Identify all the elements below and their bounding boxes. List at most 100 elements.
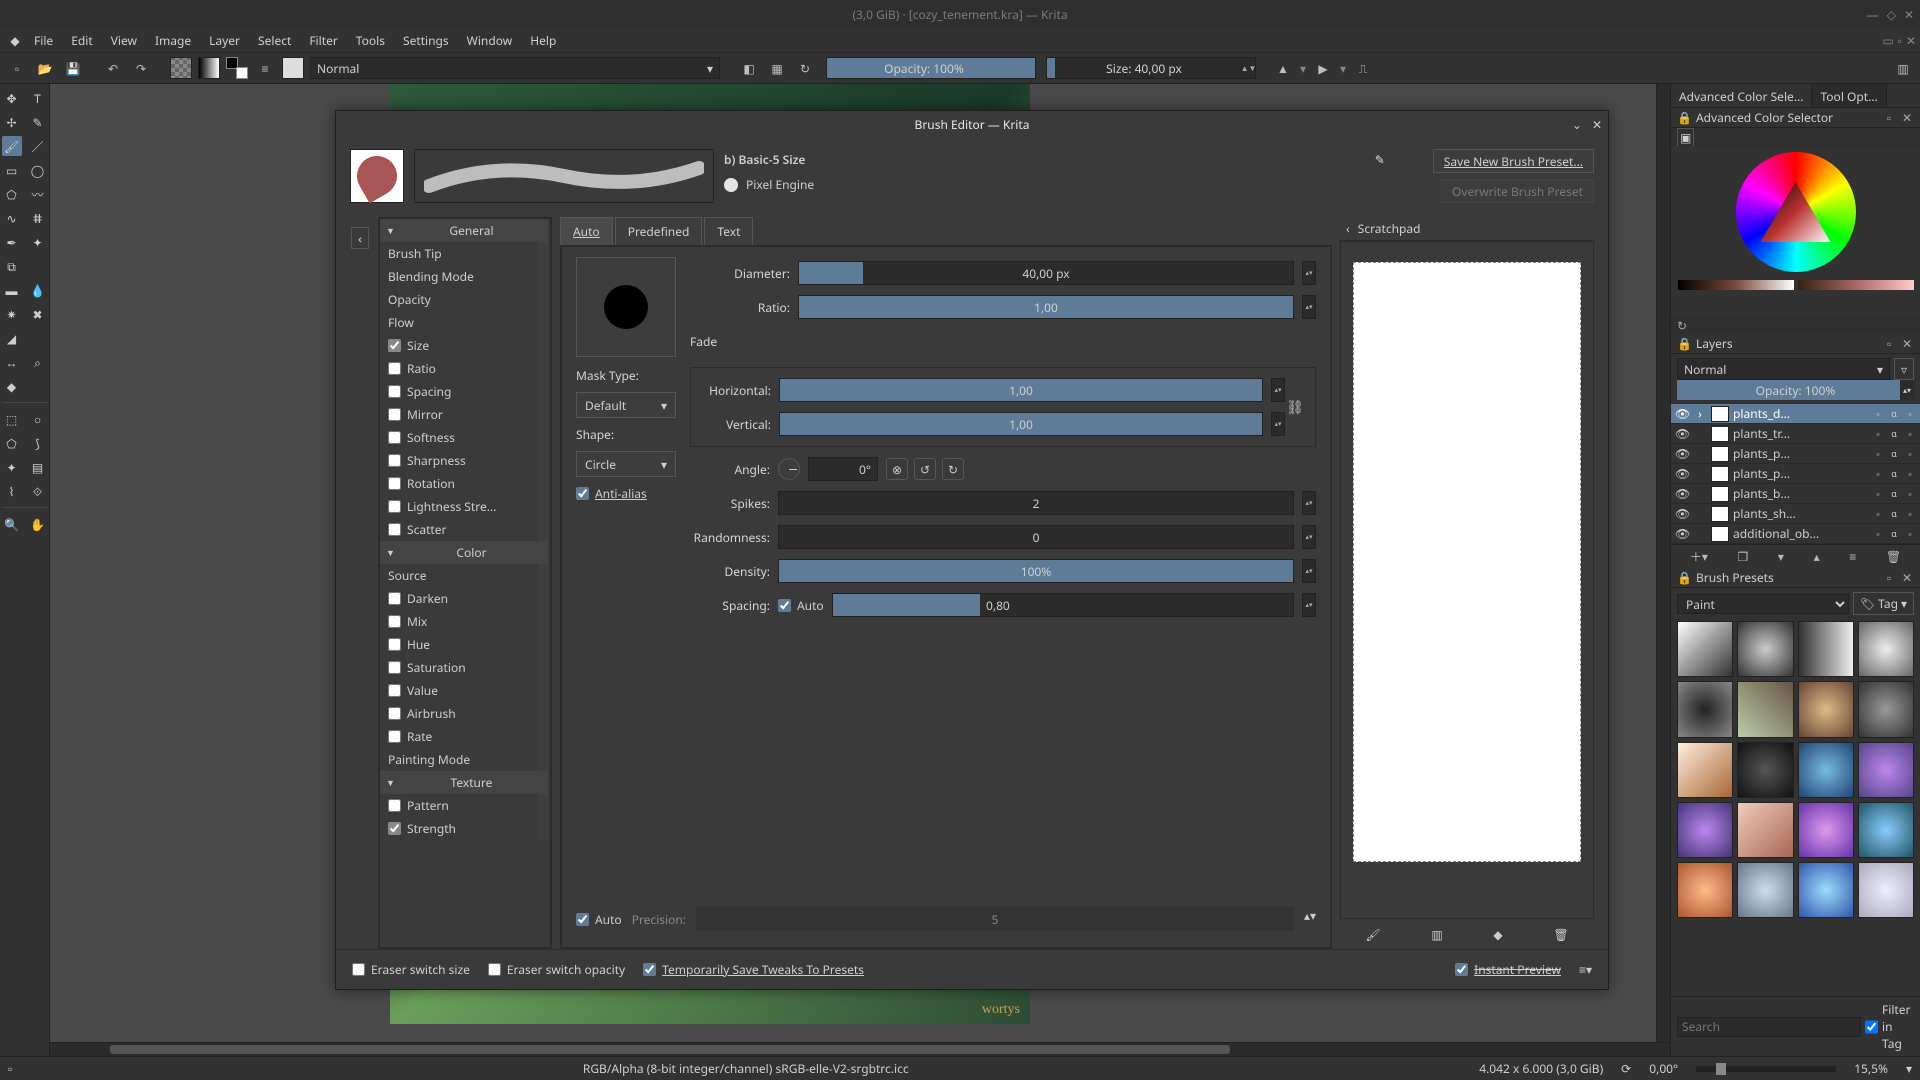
preset-cell[interactable] [1858, 862, 1914, 918]
precision-spinner[interactable]: ▴▾ [1304, 907, 1316, 931]
diameter-slider[interactable]: 40,00 px [798, 261, 1294, 285]
temp-save-check[interactable] [643, 963, 656, 976]
undo-icon[interactable]: ↶ [102, 57, 124, 79]
layer-extra-icon[interactable]: ▫ [1904, 487, 1916, 500]
save-new-preset-button[interactable]: Save New Brush Preset... [1433, 149, 1594, 173]
option-check[interactable] [388, 730, 401, 743]
preset-thumbnail[interactable] [350, 149, 404, 203]
layer-lock-icon[interactable]: ▫ [1872, 427, 1884, 440]
bezier-tool-icon[interactable]: ∿ [2, 208, 22, 228]
window-maximize-icon[interactable]: ◇ [1887, 6, 1896, 23]
fill-tool-icon[interactable]: ▬ [2, 280, 22, 300]
layer-alpha-icon[interactable]: α [1888, 507, 1900, 520]
add-layer-icon[interactable]: ＋▾ [1690, 548, 1708, 565]
shade-bar-b[interactable] [1798, 280, 1914, 290]
mdi-close-icon[interactable]: ✕ [1906, 32, 1916, 49]
mdi-restore-icon[interactable]: ▫ [1898, 32, 1902, 49]
preset-cell[interactable] [1858, 742, 1914, 798]
tab-tool-options[interactable]: Tool Opt... [1812, 84, 1886, 107]
size-spinner[interactable]: ▲▼ [1241, 63, 1255, 74]
layer-lock-icon[interactable]: ▫ [1872, 467, 1884, 480]
float-icon[interactable]: ▫ [1882, 109, 1896, 126]
option-check[interactable] [388, 592, 401, 605]
close-panel-icon[interactable]: ✕ [1900, 109, 1914, 126]
preset-cell[interactable] [1677, 802, 1733, 858]
save-file-icon[interactable]: 💾 [62, 57, 84, 79]
preset-cell[interactable] [1677, 621, 1733, 677]
menu-filter[interactable]: Filter [301, 29, 345, 52]
dialog-titlebar[interactable]: Brush Editor — Krita ⌄✕ [336, 111, 1608, 137]
option-check[interactable] [388, 431, 401, 444]
gradient-swatch[interactable] [198, 57, 220, 79]
option-item[interactable]: Mix [380, 610, 548, 633]
fgbg-swatch-icon[interactable] [226, 57, 248, 79]
lock-icon[interactable]: 🔒 [1677, 569, 1692, 586]
layer-alpha-icon[interactable]: α [1888, 487, 1900, 500]
fade-h-slider[interactable]: 1,00 [779, 378, 1263, 402]
section-header[interactable]: ▼General [380, 219, 548, 242]
eraser-opacity-check[interactable] [488, 963, 501, 976]
smart-patch-tool-icon[interactable]: ✷ [2, 304, 22, 324]
layer-lock-icon[interactable]: ▫ [1872, 447, 1884, 460]
link-fade-icon[interactable]: ⛓ [1285, 398, 1305, 417]
redo-icon[interactable]: ↷ [130, 57, 152, 79]
polygon-tool-icon[interactable]: ⬠ [2, 184, 22, 204]
open-file-icon[interactable]: 📂 [34, 57, 56, 79]
option-item[interactable]: Opacity [380, 288, 548, 311]
preset-cell[interactable] [1737, 681, 1793, 737]
contiguous-select-icon[interactable]: ✦ [2, 457, 22, 477]
spikes-slider[interactable]: 2 [778, 491, 1294, 515]
move-tool-icon[interactable]: ✢ [2, 112, 22, 132]
bezier-select-icon[interactable]: ⌇ [2, 481, 22, 501]
precision-auto-check[interactable] [576, 913, 589, 926]
pattern-swatch[interactable] [170, 57, 192, 79]
spacing-auto-check[interactable] [778, 599, 791, 612]
window-close-icon[interactable]: ✕ [1904, 6, 1914, 23]
mdi-minimize-icon[interactable]: ▭ [1882, 32, 1893, 49]
fade-v-slider[interactable]: 1,00 [779, 412, 1263, 436]
option-item[interactable]: Pattern [380, 794, 548, 817]
option-check[interactable] [388, 799, 401, 812]
line-tool-icon[interactable]: ／ [28, 136, 48, 156]
zoom-slider[interactable] [1696, 1066, 1836, 1072]
eraser-mode-icon[interactable]: ◧ [738, 57, 760, 79]
option-check[interactable] [388, 385, 401, 398]
option-item[interactable]: Scatter [380, 518, 548, 541]
preset-tag-button[interactable]: 🏷 Tag ▾ [1853, 592, 1914, 615]
brush-tool-icon[interactable]: 🖌 [2, 136, 22, 156]
preset-cell[interactable] [1858, 802, 1914, 858]
poly-select-icon[interactable]: ⬠ [2, 433, 22, 453]
layer-extra-icon[interactable]: ▫ [1904, 447, 1916, 460]
float-icon[interactable]: ▫ [1882, 335, 1896, 352]
option-item[interactable]: Blending Mode [380, 265, 548, 288]
preset-cell[interactable] [1677, 681, 1733, 737]
section-header[interactable]: ▼Color [380, 541, 548, 564]
layer-extra-icon[interactable]: ▫ [1904, 407, 1916, 420]
layer-row[interactable]: 👁additional_ob...▫α▫ [1671, 524, 1920, 544]
scratch-back-icon[interactable]: ‹ [1346, 220, 1350, 237]
mirror-h-icon[interactable]: ▲ [1272, 57, 1294, 79]
layer-alpha-icon[interactable]: α [1888, 407, 1900, 420]
density-spinner[interactable]: ▴▾ [1302, 559, 1316, 583]
close-panel-icon[interactable]: ✕ [1900, 569, 1914, 586]
layer-row[interactable]: 👁plants_b...▫α▫ [1671, 484, 1920, 504]
density-slider[interactable]: 100% [778, 559, 1294, 583]
close-panel-icon[interactable]: ✕ [1900, 335, 1914, 352]
option-check[interactable] [388, 638, 401, 651]
preset-cell[interactable] [1737, 862, 1793, 918]
layer-alpha-icon[interactable]: α [1888, 447, 1900, 460]
scratch-layer-icon[interactable]: ▥ [1431, 926, 1442, 943]
preset-search-input[interactable] [1677, 1017, 1861, 1037]
option-item[interactable]: Rotation [380, 472, 548, 495]
color-selector[interactable] [1671, 146, 1920, 316]
properties-icon[interactable]: ≡ [1849, 548, 1856, 565]
tab-predefined[interactable]: Predefined [615, 217, 703, 245]
preset-cell[interactable] [1737, 742, 1793, 798]
option-item[interactable]: Mirror [380, 403, 548, 426]
move-down-icon[interactable]: ▾ [1778, 548, 1784, 565]
layer-filter-icon[interactable]: ▿ [1894, 358, 1914, 380]
menu-edit[interactable]: Edit [63, 29, 100, 52]
transform-tool-icon[interactable]: ✥ [2, 88, 22, 108]
layer-opacity-slider[interactable]: Opacity: 100%▴▾ [1677, 380, 1914, 400]
option-item[interactable]: Saturation [380, 656, 548, 679]
